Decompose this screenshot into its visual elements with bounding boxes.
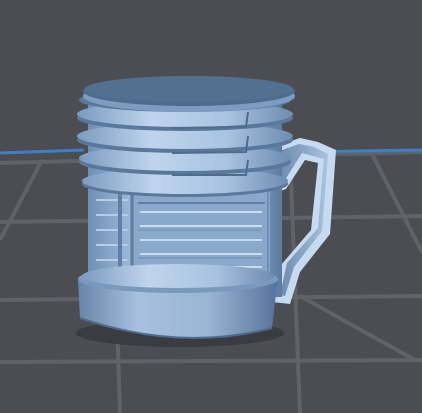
mug-top-cap [83, 76, 295, 112]
3d-viewport[interactable] [0, 0, 422, 413]
x-axis-line [0, 148, 85, 155]
viewport-canvas[interactable] [0, 0, 422, 413]
mug-base [78, 264, 278, 339]
